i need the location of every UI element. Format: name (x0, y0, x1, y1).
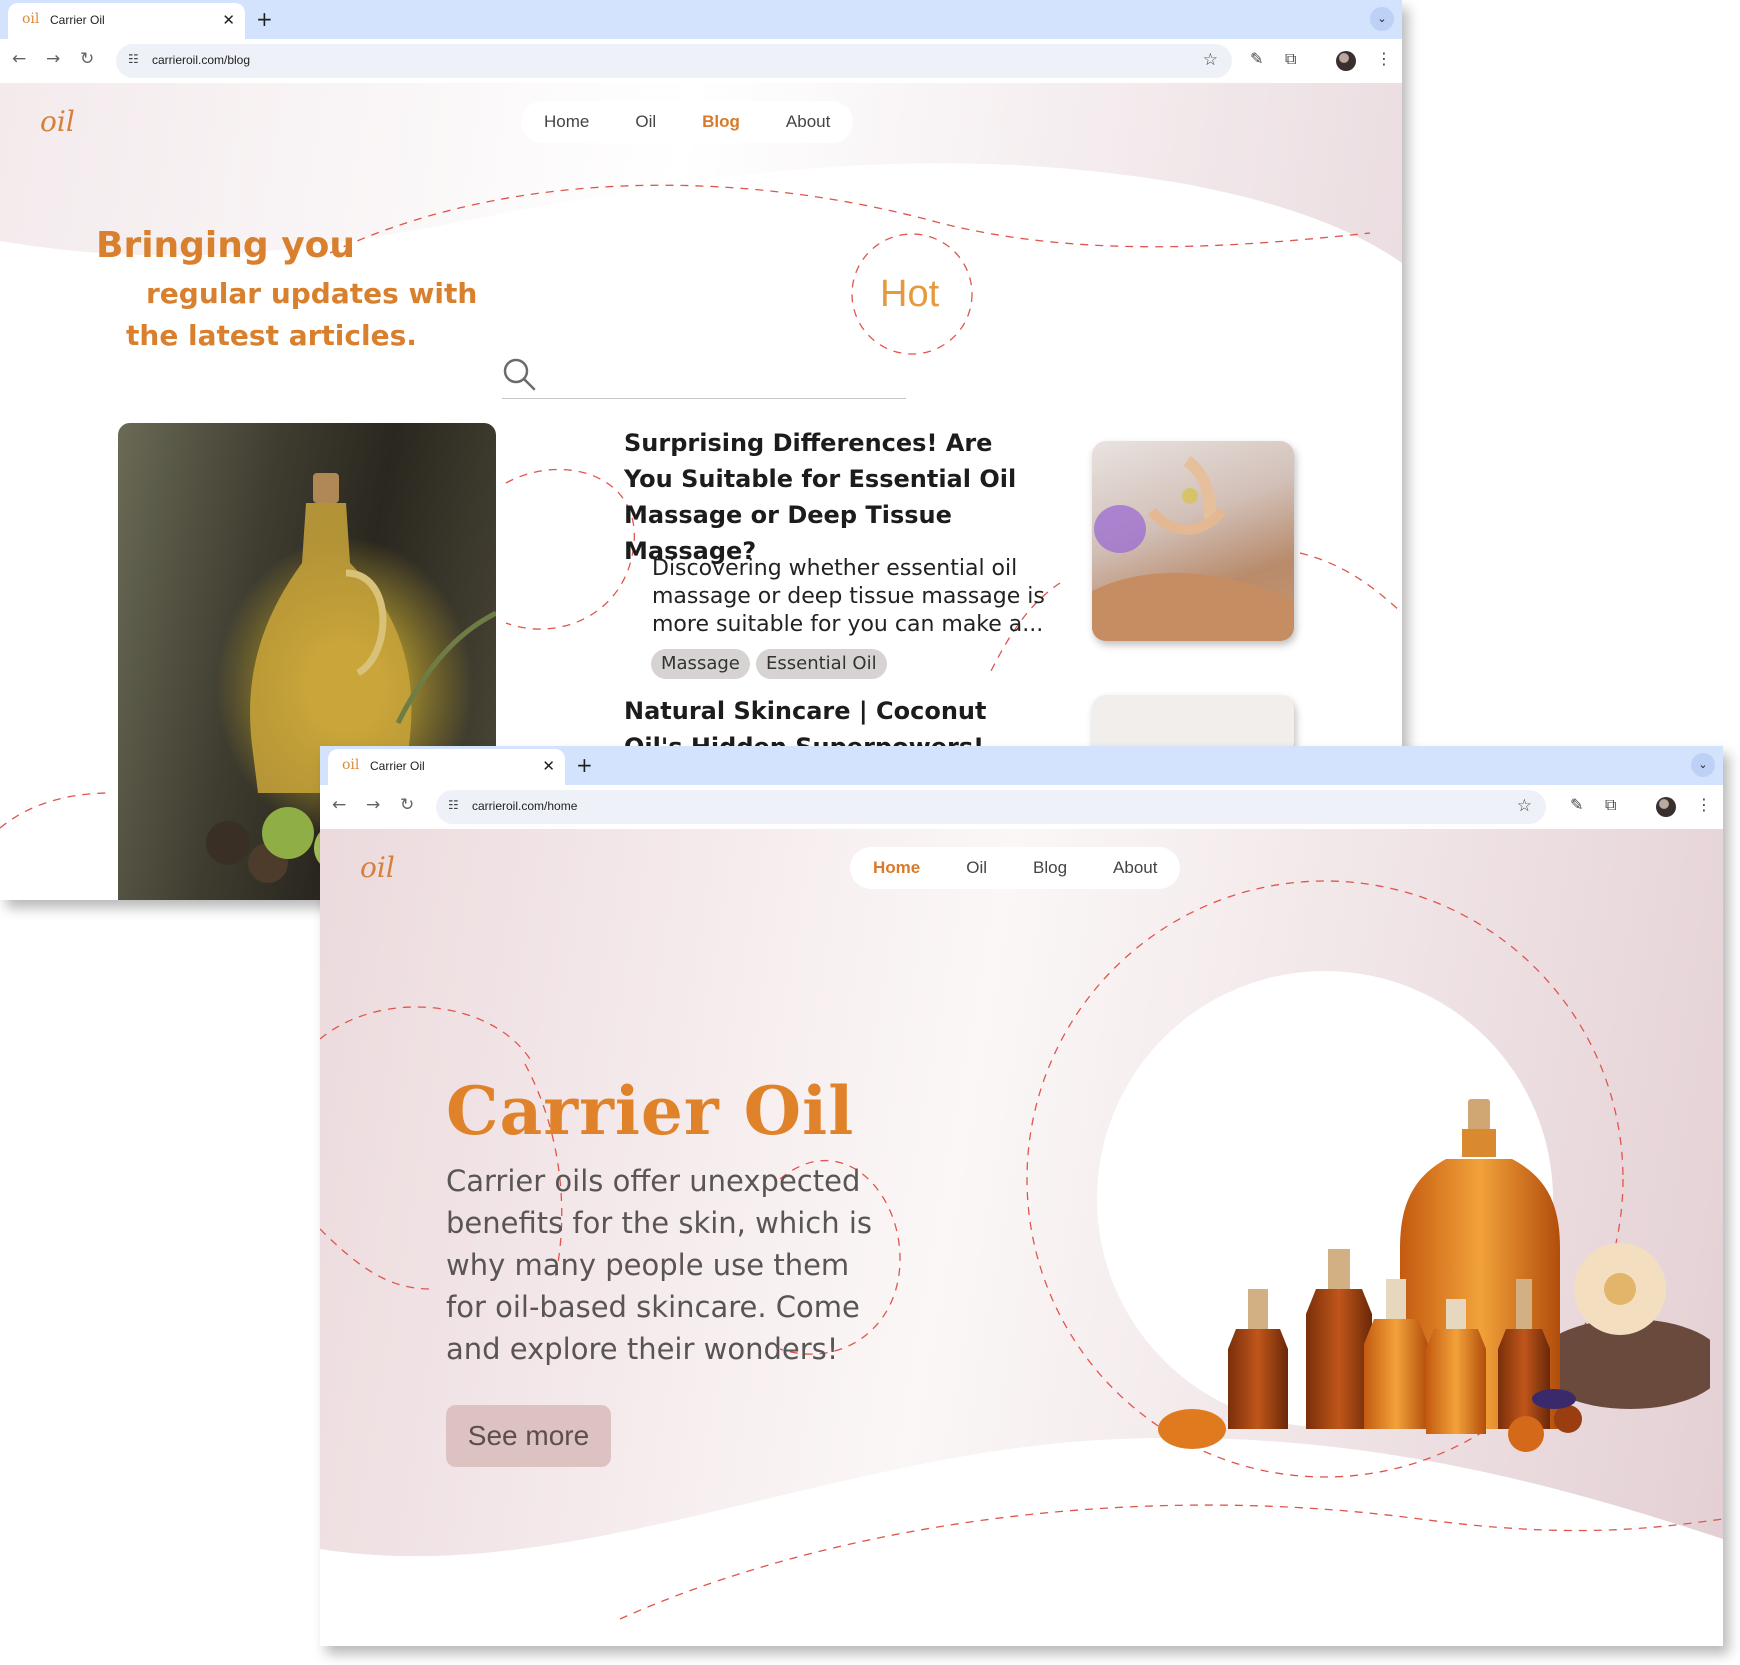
home-page: oil Home Oil Blog About Carrier Oil Carr… (320, 829, 1723, 1646)
browser-toolbar: ← → ↻ ☷ carrieroil.com/home ☆ ✎ ⧉ ⋮ (320, 785, 1723, 829)
bookmark-star-icon[interactable]: ☆ (1517, 796, 1532, 816)
hero-heading-line-2: regular updates with (146, 277, 478, 310)
search-input[interactable] (502, 353, 906, 399)
article-title-1[interactable]: Surprising Differences! Are You Suitable… (624, 425, 1044, 569)
search-icon[interactable] (502, 357, 536, 391)
close-tab-icon[interactable]: ✕ (542, 757, 555, 775)
tab-title: Carrier Oil (50, 13, 105, 27)
hero-description: Carrier oils offer unexpected benefits f… (446, 1164, 872, 1366)
massage-thumbnail-image[interactable] (1092, 441, 1294, 641)
more-menu-icon[interactable]: ⋮ (1376, 49, 1392, 68)
site-logo[interactable]: oil (360, 851, 395, 884)
article-excerpt-1: Discovering whether essential oil massag… (652, 556, 1045, 637)
address-bar[interactable]: ☷ carrieroil.com/blog ☆ (116, 44, 1232, 78)
hero-heading-line-3: the latest articles. (126, 319, 417, 352)
bookmark-star-icon[interactable]: ☆ (1203, 50, 1218, 70)
back-icon[interactable]: ← (12, 49, 26, 69)
hero-title: Carrier Oil (446, 1072, 855, 1150)
extensions-icon[interactable]: ⧉ (1605, 795, 1616, 815)
url-text[interactable]: carrieroil.com/blog (152, 53, 250, 67)
nav-blog[interactable]: Blog (679, 112, 763, 132)
tab-search-chevron-icon[interactable]: ⌄ (1691, 753, 1715, 777)
browser-tab[interactable]: oil Carrier Oil ✕ (8, 3, 245, 39)
forward-icon[interactable]: → (366, 795, 380, 815)
home-browser-window: oil Carrier Oil ✕ + ⌄ ← → ↻ ☷ carrieroil… (320, 746, 1723, 1646)
back-icon[interactable]: ← (332, 795, 346, 815)
nav-about[interactable]: About (1090, 858, 1180, 878)
tab-title: Carrier Oil (370, 759, 425, 773)
eyedropper-icon[interactable]: ✎ (1250, 49, 1263, 68)
address-bar[interactable]: ☷ carrieroil.com/home ☆ (436, 790, 1546, 824)
url-text[interactable]: carrieroil.com/home (472, 799, 577, 813)
tag-essential-oil[interactable]: Essential Oil (756, 649, 887, 679)
site-info-icon[interactable]: ☷ (448, 798, 459, 812)
nav-blog[interactable]: Blog (1010, 858, 1090, 878)
profile-avatar[interactable] (1656, 797, 1676, 817)
nav-home[interactable]: Home (850, 858, 943, 878)
oil-bottles-image (1158, 1099, 1710, 1452)
site-info-icon[interactable]: ☷ (128, 52, 139, 66)
browser-toolbar: ← → ↻ ☷ carrieroil.com/blog ☆ ✎ ⧉ ⋮ (0, 39, 1402, 83)
nav-about[interactable]: About (763, 112, 853, 132)
tag-massage[interactable]: Massage (651, 649, 750, 679)
browser-tab[interactable]: oil Carrier Oil ✕ (328, 749, 565, 785)
favicon-icon: oil (342, 757, 360, 773)
reload-icon[interactable]: ↻ (80, 49, 94, 69)
main-nav: Home Oil Blog About (521, 101, 854, 143)
reload-icon[interactable]: ↻ (400, 795, 414, 815)
more-menu-icon[interactable]: ⋮ (1696, 795, 1712, 814)
extensions-icon[interactable]: ⧉ (1285, 49, 1296, 69)
profile-avatar[interactable] (1336, 51, 1356, 71)
nav-home[interactable]: Home (521, 112, 612, 132)
tab-strip: oil Carrier Oil ✕ + ⌄ (320, 746, 1723, 785)
tab-strip: oil Carrier Oil ✕ + ⌄ (0, 0, 1402, 39)
site-logo[interactable]: oil (40, 105, 75, 138)
hero-heading-line-1: Bringing you (96, 225, 356, 266)
nav-oil[interactable]: Oil (612, 112, 679, 132)
main-nav: Home Oil Blog About (850, 847, 1181, 889)
favicon-icon: oil (22, 11, 40, 27)
hot-label: Hot (880, 273, 940, 315)
tab-search-chevron-icon[interactable]: ⌄ (1370, 7, 1394, 31)
nav-oil[interactable]: Oil (943, 858, 1010, 878)
new-tab-icon[interactable]: + (256, 7, 273, 31)
new-tab-icon[interactable]: + (576, 753, 593, 777)
see-more-button[interactable]: See more (446, 1405, 611, 1467)
forward-icon[interactable]: → (46, 49, 60, 69)
close-tab-icon[interactable]: ✕ (222, 11, 235, 29)
eyedropper-icon[interactable]: ✎ (1570, 795, 1583, 814)
